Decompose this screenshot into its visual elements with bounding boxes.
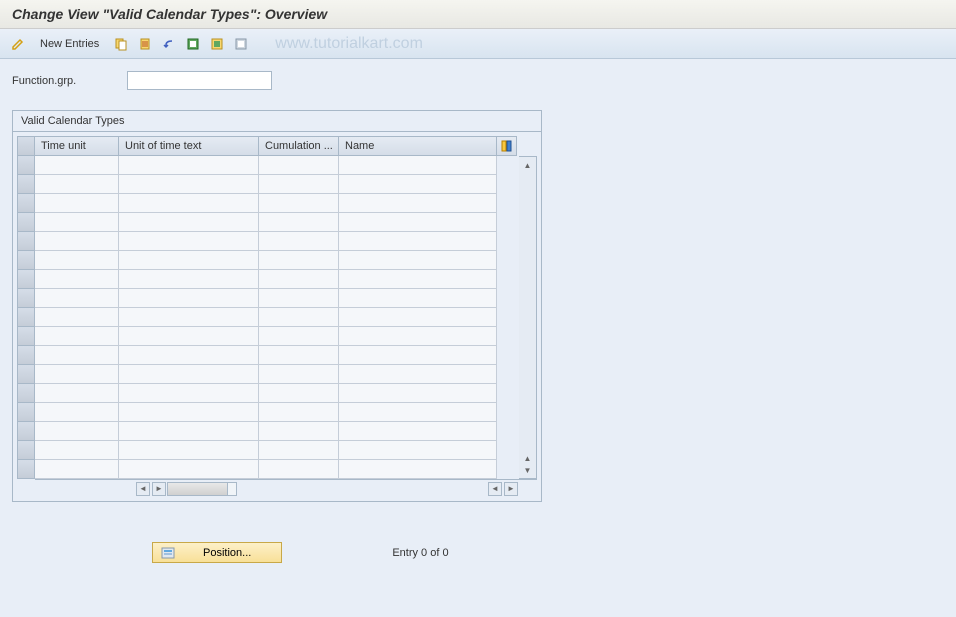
- position-button[interactable]: Position...: [152, 542, 282, 563]
- scroll-right-icon[interactable]: ►: [152, 482, 166, 496]
- row-selector[interactable]: [17, 460, 35, 479]
- content-area: Function.grp. Valid Calendar Types: [0, 59, 956, 617]
- row-selector[interactable]: [17, 365, 35, 384]
- table-row[interactable]: [35, 422, 519, 441]
- scroll-left-end-icon[interactable]: ◄: [488, 482, 502, 496]
- copy-icon[interactable]: [111, 34, 131, 54]
- table-row[interactable]: [35, 194, 519, 213]
- column-header-name[interactable]: Name: [339, 136, 497, 156]
- entry-status: Entry 0 of 0: [392, 547, 448, 559]
- position-icon: [161, 546, 175, 560]
- row-selector[interactable]: [17, 194, 35, 213]
- scroll-up-step-icon[interactable]: ▲: [522, 452, 534, 464]
- h-scroll-track[interactable]: [167, 482, 237, 496]
- group-title: Valid Calendar Types: [13, 111, 541, 132]
- row-selector-column: [17, 136, 35, 497]
- row-selector[interactable]: [17, 213, 35, 232]
- row-selector[interactable]: [17, 270, 35, 289]
- horizontal-scrollbar: ◄ ► ◄ ►: [35, 479, 537, 497]
- function-group-input[interactable]: [127, 71, 272, 90]
- table-row[interactable]: [35, 251, 519, 270]
- table-rows: [35, 156, 519, 479]
- select-all-rows[interactable]: [17, 136, 35, 156]
- h-scroll-thumb[interactable]: [168, 483, 228, 495]
- row-selector[interactable]: [17, 156, 35, 175]
- select-all-icon[interactable]: [183, 34, 203, 54]
- undo-icon[interactable]: [159, 34, 179, 54]
- table-main: Time unit Unit of time text Cumulation .…: [35, 136, 537, 497]
- row-selector[interactable]: [17, 175, 35, 194]
- bottom-bar: Position... Entry 0 of 0: [12, 542, 944, 563]
- scroll-down-icon[interactable]: ▼: [522, 464, 534, 476]
- table-row[interactable]: [35, 346, 519, 365]
- column-header-unit-text[interactable]: Unit of time text: [119, 136, 259, 156]
- function-group-label: Function.grp.: [12, 75, 127, 87]
- scroll-left-icon[interactable]: ◄: [136, 482, 150, 496]
- table-row[interactable]: [35, 289, 519, 308]
- delete-icon[interactable]: [135, 34, 155, 54]
- vertical-scrollbar[interactable]: ▲ ▲ ▼: [519, 156, 537, 479]
- table-body: ▲ ▲ ▼: [35, 156, 537, 479]
- table-row[interactable]: [35, 327, 519, 346]
- function-group-row: Function.grp.: [12, 71, 944, 90]
- select-block-icon[interactable]: [207, 34, 227, 54]
- row-selector[interactable]: [17, 384, 35, 403]
- column-header-time-unit[interactable]: Time unit: [35, 136, 119, 156]
- scroll-up-icon[interactable]: ▲: [522, 159, 534, 171]
- column-header-cumulation[interactable]: Cumulation ...: [259, 136, 339, 156]
- row-selector[interactable]: [17, 327, 35, 346]
- position-label: Position...: [203, 547, 251, 559]
- table-row[interactable]: [35, 175, 519, 194]
- row-selector[interactable]: [17, 422, 35, 441]
- table-row[interactable]: [35, 441, 519, 460]
- row-selector[interactable]: [17, 308, 35, 327]
- table-row[interactable]: [35, 384, 519, 403]
- table-header: Time unit Unit of time text Cumulation .…: [35, 136, 537, 156]
- row-selector[interactable]: [17, 289, 35, 308]
- table-row[interactable]: [35, 460, 519, 479]
- valid-calendar-types-group: Valid Calendar Types: [12, 110, 542, 502]
- new-entries-button[interactable]: New Entries: [32, 36, 107, 52]
- table-row[interactable]: [35, 308, 519, 327]
- table-row[interactable]: [35, 213, 519, 232]
- change-icon[interactable]: [8, 34, 28, 54]
- deselect-all-icon[interactable]: [231, 34, 251, 54]
- row-selector[interactable]: [17, 441, 35, 460]
- row-selector[interactable]: [17, 403, 35, 422]
- toolbar: New Entries www.tutorialkart.com: [0, 29, 956, 59]
- page-title: Change View "Valid Calendar Types": Over…: [0, 0, 956, 29]
- row-selector[interactable]: [17, 251, 35, 270]
- table-row[interactable]: [35, 156, 519, 175]
- table-row[interactable]: [35, 365, 519, 384]
- row-selector[interactable]: [17, 346, 35, 365]
- table-row[interactable]: [35, 270, 519, 289]
- watermark: www.tutorialkart.com: [275, 35, 423, 53]
- table-row[interactable]: [35, 403, 519, 422]
- row-selector[interactable]: [17, 232, 35, 251]
- scroll-right-end-icon[interactable]: ►: [504, 482, 518, 496]
- table-wrapper: Time unit Unit of time text Cumulation .…: [13, 132, 541, 501]
- table-settings-icon[interactable]: [497, 136, 517, 156]
- table-row[interactable]: [35, 232, 519, 251]
